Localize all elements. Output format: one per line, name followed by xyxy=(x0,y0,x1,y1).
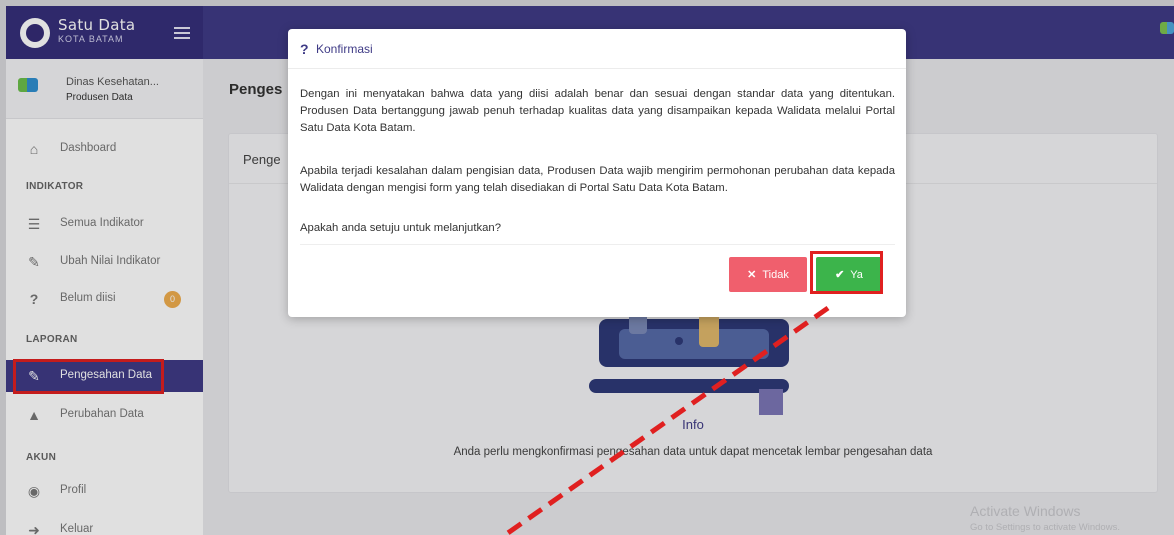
dialog-divider xyxy=(300,244,895,245)
question-icon: ? xyxy=(300,41,309,57)
annotation-highlight-confirm xyxy=(810,251,883,294)
dialog-header: ? Konfirmasi xyxy=(288,29,906,69)
dialog-question: Apakah anda setuju untuk melanjutkan? xyxy=(300,222,501,234)
dialog-title: Konfirmasi xyxy=(316,42,373,56)
confirmation-dialog: ? Konfirmasi Dengan ini menyatakan bahwa… xyxy=(288,29,906,317)
close-icon: ✕ xyxy=(747,269,757,281)
dialog-paragraph-2: Apabila terjadi kesalahan dalam pengisia… xyxy=(300,165,895,194)
cancel-button[interactable]: ✕ Tidak xyxy=(729,257,807,292)
cancel-button-label: Tidak xyxy=(762,269,789,281)
dialog-paragraph-1: Dengan ini menyatakan bahwa data yang di… xyxy=(300,88,895,134)
